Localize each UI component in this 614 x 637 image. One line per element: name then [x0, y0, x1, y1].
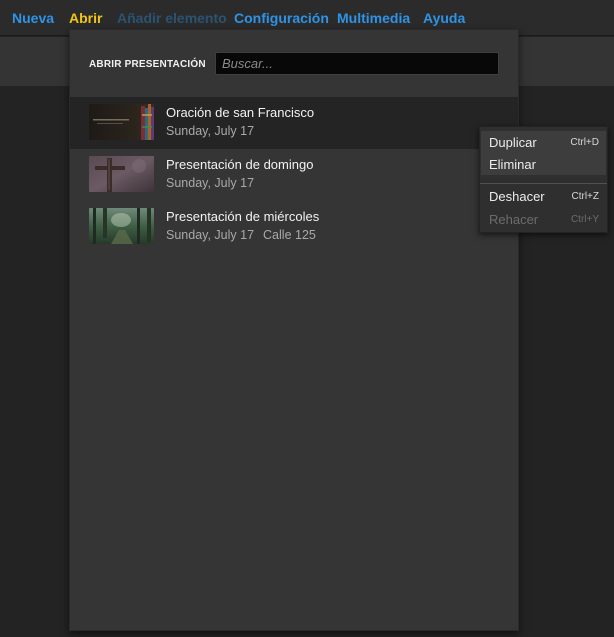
menu-ayuda[interactable]: Ayuda [423, 10, 465, 26]
presentation-item[interactable]: Presentación de miércoles Sunday, July 1… [70, 201, 518, 253]
presentation-item[interactable]: Oración de san Francisco Sunday, July 17 [70, 97, 518, 149]
redo-menu-item: Rehacer Ctrl+Y [489, 212, 599, 227]
presentation-title: Presentación de miércoles [166, 209, 320, 224]
shortcut-label: Ctrl+Y [570, 214, 599, 225]
menu-nueva[interactable]: Nueva [12, 10, 54, 26]
context-menu: Duplicar Ctrl+D Eliminar Deshacer Ctrl+Z… [479, 126, 608, 233]
menu-abrir[interactable]: Abrir [69, 10, 102, 26]
presentation-date: Sunday, July 17 [166, 176, 255, 190]
open-presentation-panel: ABRIR PRESENTACIÓN Buscar... Oración de … [69, 29, 519, 631]
presentation-date: Sunday, July 17 [166, 228, 255, 242]
presentation-meta: Sunday, July 17 Calle 125 [166, 228, 316, 242]
shortcut-label: Ctrl+D [570, 137, 599, 148]
presentation-list: Oración de san Francisco Sunday, July 17 [70, 97, 518, 253]
menu-configuracion[interactable]: Configuración [234, 10, 329, 26]
shortcut-label: Ctrl+Z [571, 191, 600, 202]
duplicate-menu-item[interactable]: Duplicar Ctrl+D [481, 131, 606, 153]
presentation-location: Calle 125 [263, 228, 316, 242]
presentation-thumbnail [89, 156, 154, 192]
menu-divider [480, 183, 607, 184]
search-input[interactable] [215, 52, 499, 75]
delete-menu-item[interactable]: Eliminar [481, 153, 606, 175]
presentation-title: Oración de san Francisco [166, 105, 315, 120]
presentation-thumbnail [89, 208, 154, 244]
presentation-thumbnail [89, 104, 154, 140]
presentation-title: Presentación de domingo [166, 157, 314, 172]
presentation-date: Sunday, July 17 [166, 124, 255, 138]
presentation-item[interactable]: Presentación de domingo Sunday, July 17 [70, 149, 518, 201]
menu-multimedia[interactable]: Multimedia [337, 10, 410, 26]
undo-menu-item[interactable]: Deshacer Ctrl+Z [481, 185, 606, 207]
panel-title: ABRIR PRESENTACIÓN [89, 59, 206, 70]
menu-anadir-elemento: Añadir elemento [117, 10, 227, 26]
